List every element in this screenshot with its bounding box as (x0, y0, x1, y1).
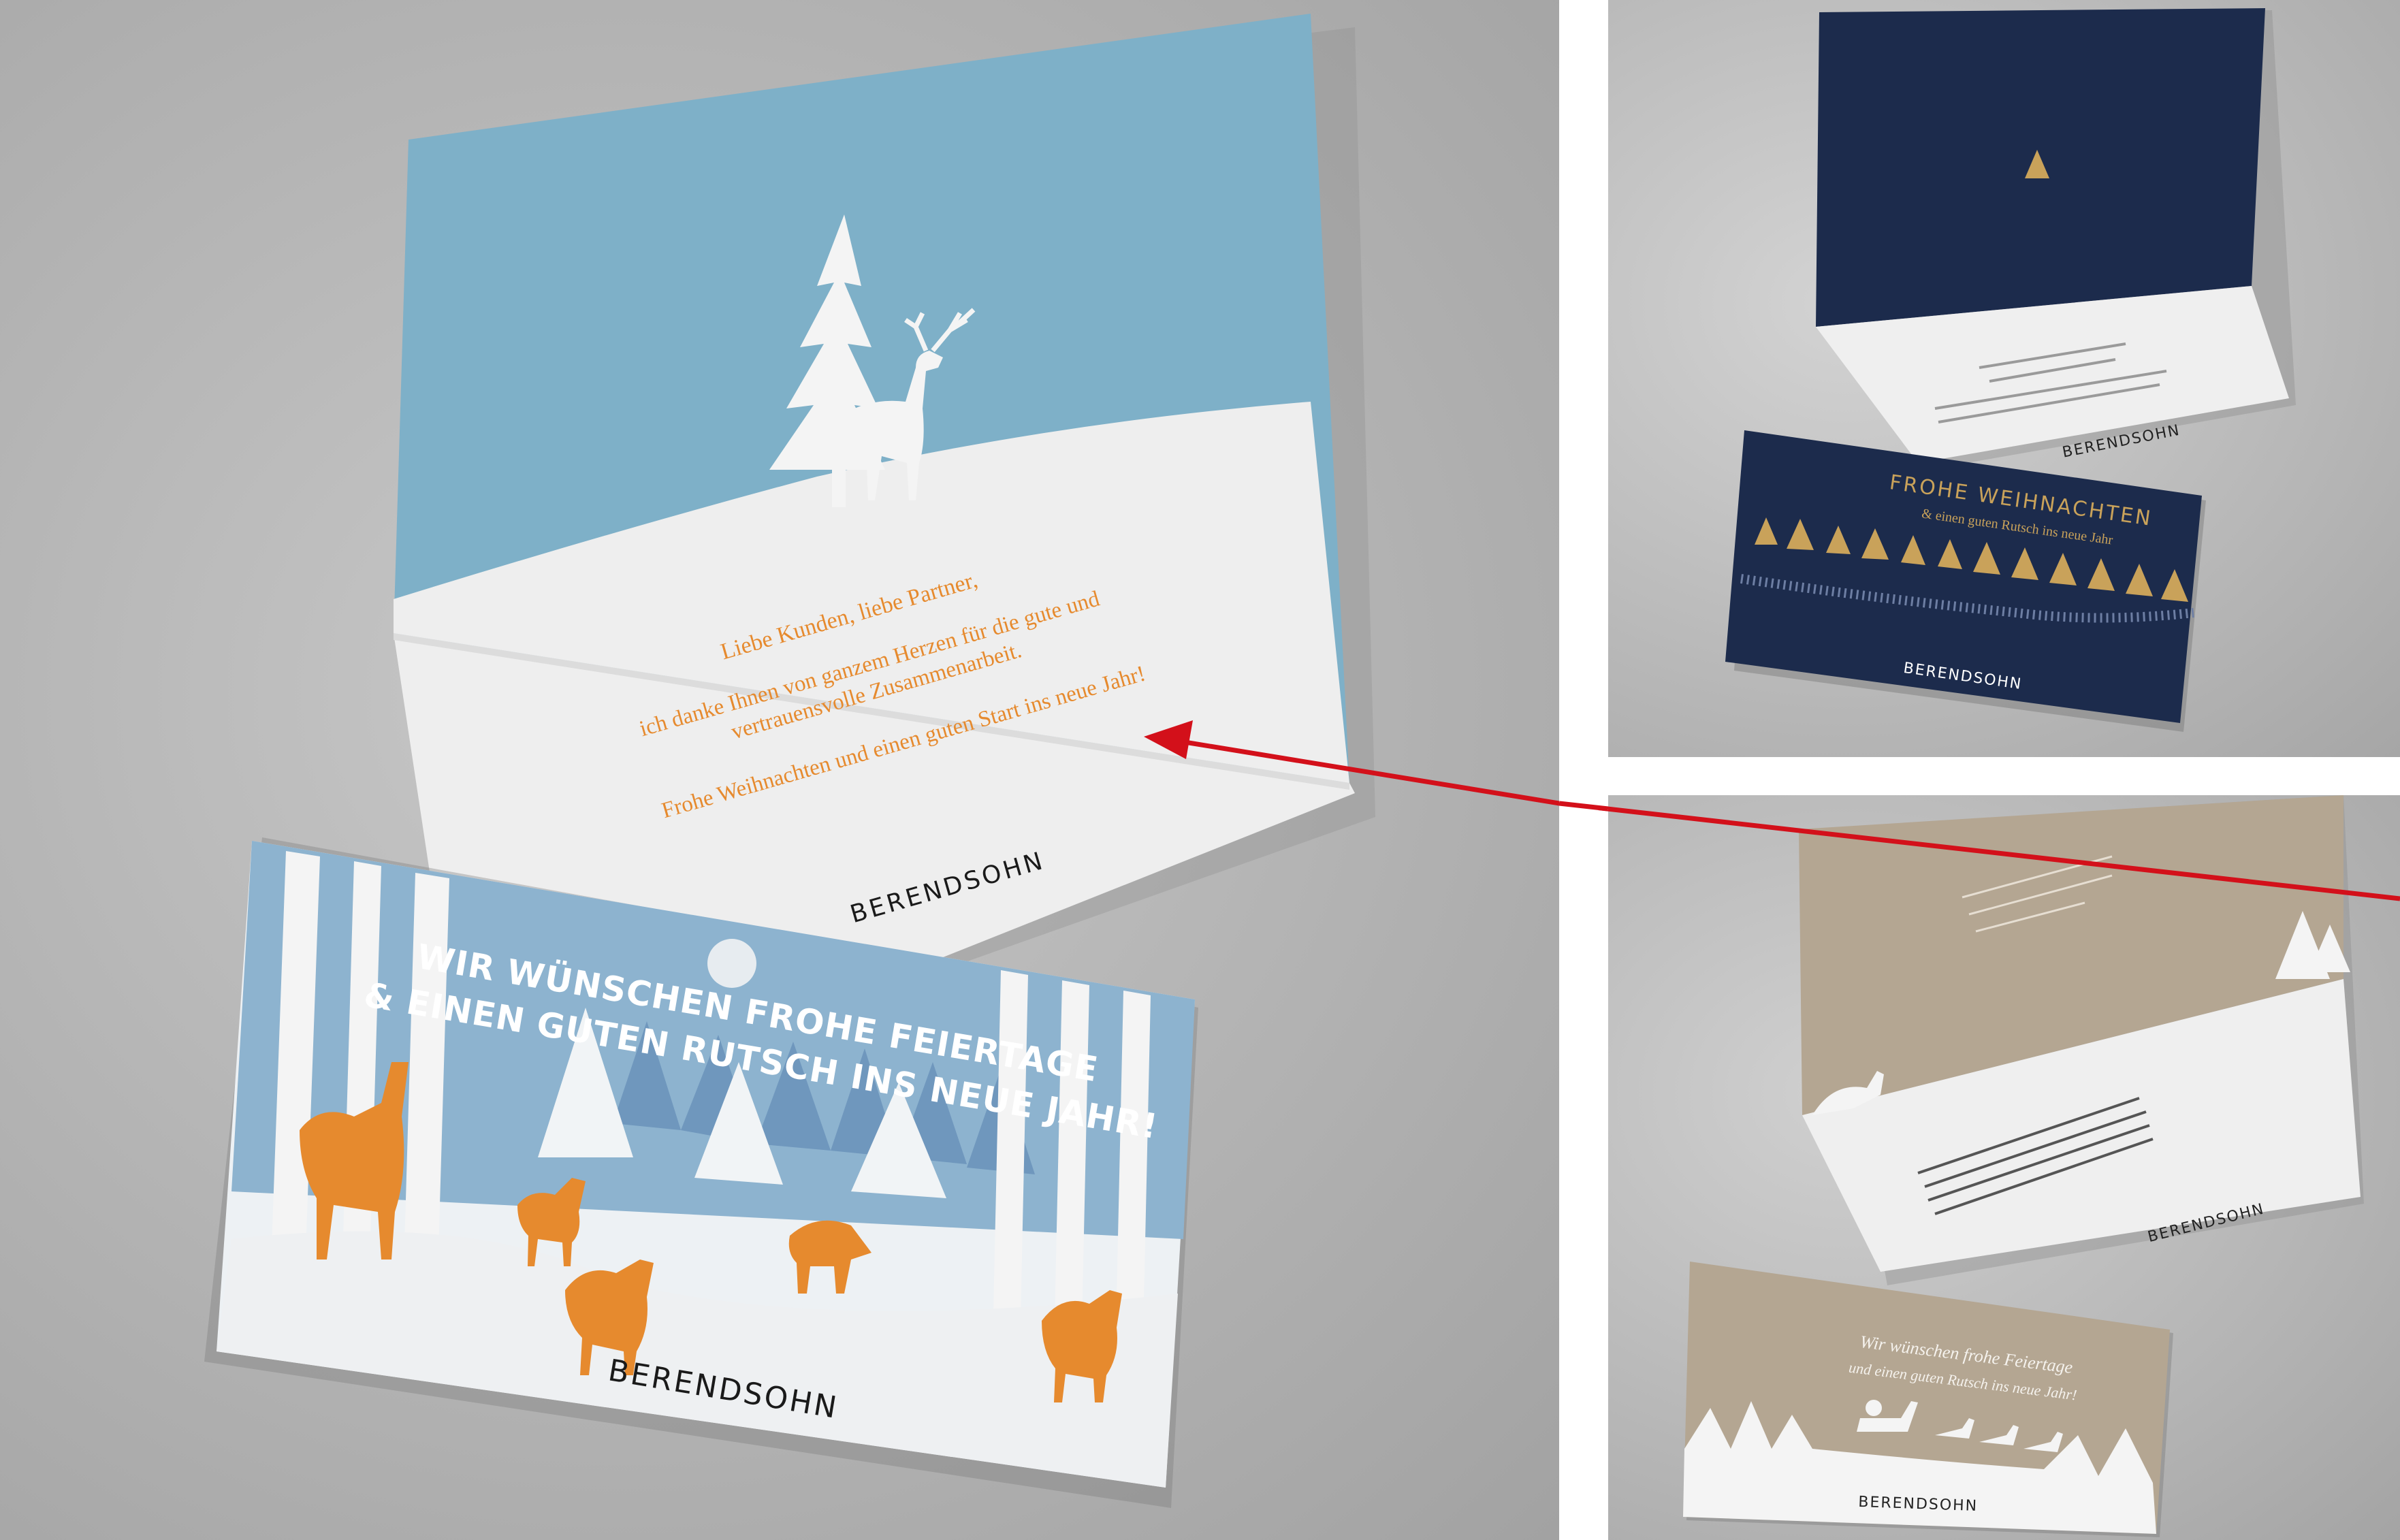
navy-scene: BERENDSOHN FROHE WEIHNACHTEN & einen gut… (1725, 8, 2296, 732)
pointer-arrow-line (1558, 801, 1609, 812)
main-scene: Liebe Kunden, liebe Partner, ich danke I… (204, 14, 1559, 1508)
panel-gutter-mask (1559, 756, 1608, 810)
beige-cards-panel: BERENDSOHN Wir wünschen frohe Feiertage … (1608, 795, 2400, 1540)
cover-card: WIR WÜNSCHEN FROHE FEIERTAGE & EINEN GUT… (204, 837, 1198, 1508)
moon-icon (707, 939, 756, 988)
main-photo-panel: Liebe Kunden, liebe Partner, ich danke I… (0, 0, 1559, 1540)
navy-cards-panel: BERENDSOHN FROHE WEIHNACHTEN & einen gut… (1608, 0, 2400, 757)
beige-scene: BERENDSOHN Wir wünschen frohe Feiertage … (1683, 795, 2364, 1537)
